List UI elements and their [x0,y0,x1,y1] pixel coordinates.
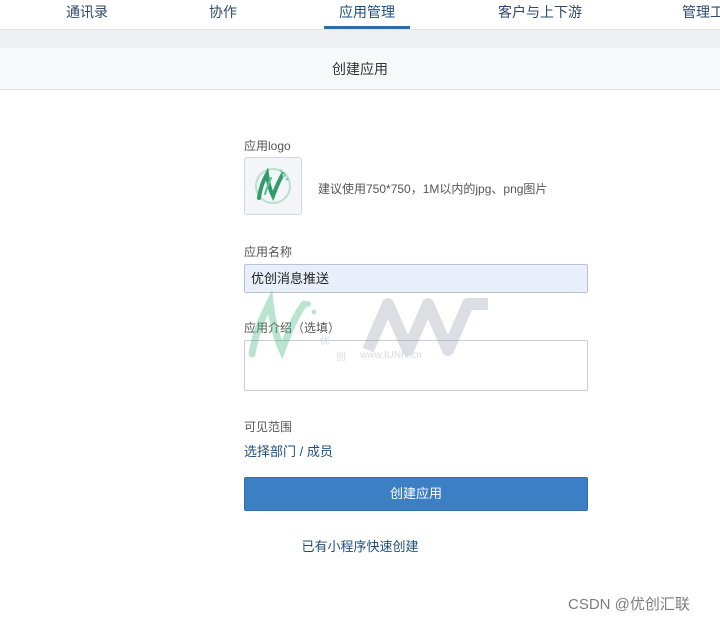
active-tab-indicator [324,26,410,29]
nav-item-contacts[interactable]: 通讯录 [66,2,108,22]
brand-logo-icon [255,167,291,204]
logo-hint: 建议使用750*750，1M以内的jpg、png图片 [318,182,548,196]
name-label: 应用名称 [244,245,293,259]
app-name-input[interactable]: 优创消息推送 [244,264,588,293]
logo-upload[interactable] [244,157,302,215]
nav-item-collaboration[interactable]: 协作 [209,2,237,22]
nav-item-app-management[interactable]: 应用管理 [339,2,395,22]
nav-item-customers[interactable]: 客户与上下游 [498,2,582,22]
header-divider-band [0,30,720,48]
intro-label: 应用介绍（选填） [244,321,341,335]
visibility-label: 可见范围 [244,420,293,434]
page-header: 创建应用 [0,48,720,90]
logo-label: 应用logo [244,139,291,153]
app-intro-textarea[interactable] [244,340,588,391]
nav-item-admin[interactable]: 管理工 [682,2,720,22]
quick-create-row: 已有小程序快速创建 [0,536,720,555]
source-credit: CSDN @优创汇联 [568,596,690,613]
create-app-button[interactable]: 创建应用 [244,477,588,511]
quick-create-link[interactable]: 已有小程序快速创建 [301,539,418,554]
page-title: 创建应用 [332,61,388,77]
select-members-link[interactable]: 选择部门 / 成员 [244,441,333,460]
top-nav: 通讯录 协作 应用管理 客户与上下游 管理工 [0,0,720,30]
